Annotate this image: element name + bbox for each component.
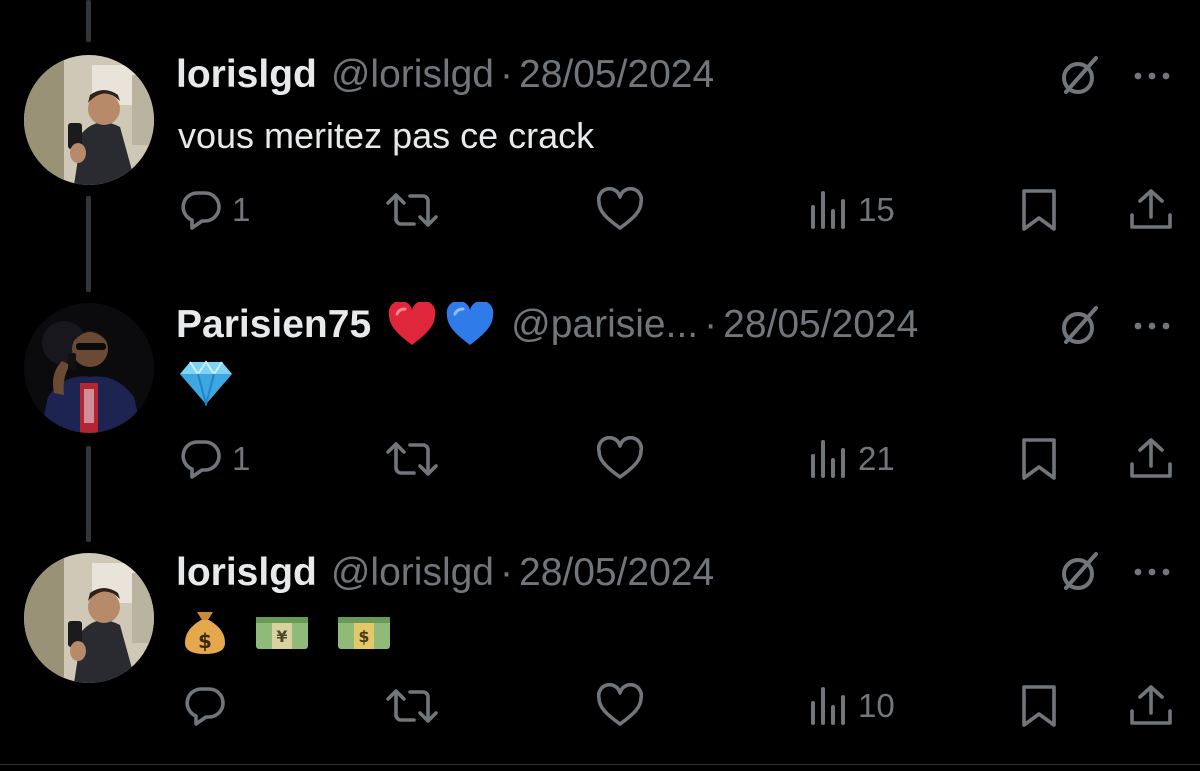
svg-text:$: $ xyxy=(358,627,369,646)
blue-heart-icon xyxy=(446,302,494,345)
views-button[interactable]: 10 xyxy=(808,681,895,731)
views-button[interactable]: 21 xyxy=(808,434,895,484)
views-icon xyxy=(811,191,845,229)
view-count: 15 xyxy=(858,191,895,228)
bookmark-icon xyxy=(1022,685,1056,727)
reply-icon xyxy=(185,687,225,726)
display-name[interactable]: lorislgd xyxy=(176,550,317,596)
retweet-button[interactable] xyxy=(386,185,438,235)
share-button[interactable] xyxy=(1128,681,1174,731)
tweet[interactable]: lorislgd @lorislgd · 28/05/2024 $ ¥ $ 10 xyxy=(0,500,1200,750)
grok-icon[interactable] xyxy=(1056,302,1104,350)
like-icon xyxy=(596,436,644,479)
more-icon[interactable] xyxy=(1130,316,1174,336)
timestamp[interactable]: 28/05/2024 xyxy=(723,302,918,348)
more-icon[interactable] xyxy=(1130,562,1174,582)
money-bag-icon: $ xyxy=(184,612,226,654)
avatar-image xyxy=(24,553,154,683)
tweet-header: lorislgd @lorislgd · 28/05/2024 xyxy=(176,52,714,98)
gem-stone-icon xyxy=(180,360,232,406)
reply-icon xyxy=(181,440,221,479)
dollar-banknote-icon: $ xyxy=(338,617,390,649)
bookmark-button[interactable] xyxy=(1018,434,1060,484)
timestamp[interactable]: 28/05/2024 xyxy=(519,52,714,98)
yen-banknote-icon: ¥ xyxy=(256,617,308,649)
tweet-header: Parisien75 @parisie... · 28/05/2024 xyxy=(176,302,918,348)
avatar-image xyxy=(24,55,154,185)
reply-count: 1 xyxy=(232,191,251,228)
handle[interactable]: @parisie... xyxy=(511,302,698,348)
view-count: 21 xyxy=(858,440,895,477)
name-emoji xyxy=(387,302,495,348)
like-button[interactable] xyxy=(596,681,644,731)
share-icon xyxy=(1130,685,1172,725)
avatar[interactable] xyxy=(24,55,154,185)
retweet-button[interactable] xyxy=(386,434,438,484)
tweet-text: vous meritez pas ce crack xyxy=(178,115,595,156)
separator-dot: · xyxy=(500,551,513,594)
like-button[interactable] xyxy=(596,185,644,235)
tweet[interactable]: Parisien75 @parisie... · 28/05/2024 1 21 xyxy=(0,250,1200,500)
share-button[interactable] xyxy=(1128,434,1174,484)
avatar[interactable] xyxy=(24,553,154,683)
avatar-image xyxy=(24,303,154,433)
red-heart-icon xyxy=(388,302,436,345)
tweet-text xyxy=(178,358,234,406)
divider xyxy=(0,764,1200,765)
like-icon xyxy=(596,683,644,726)
views-button[interactable]: 15 xyxy=(808,185,895,235)
separator-dot: · xyxy=(500,53,513,96)
action-bar: 1 21 xyxy=(0,434,1200,484)
view-count: 10 xyxy=(858,687,895,724)
retweet-icon xyxy=(386,193,438,227)
action-bar: 1 15 xyxy=(0,185,1200,235)
bookmark-button[interactable] xyxy=(1018,681,1060,731)
like-button[interactable] xyxy=(596,434,644,484)
svg-text:$: $ xyxy=(198,629,212,653)
reply-icon xyxy=(181,191,221,230)
views-icon xyxy=(811,687,845,725)
grok-icon[interactable] xyxy=(1056,548,1104,596)
display-name[interactable]: lorislgd xyxy=(176,52,317,98)
timestamp[interactable]: 28/05/2024 xyxy=(519,550,714,596)
tweet[interactable]: lorislgd @lorislgd · 28/05/2024 vous mer… xyxy=(0,0,1200,250)
display-name[interactable]: Parisien75 xyxy=(176,302,371,348)
reply-button[interactable]: 1 xyxy=(178,434,250,484)
avatar[interactable] xyxy=(24,303,154,433)
tweet-header: lorislgd @lorislgd · 28/05/2024 xyxy=(176,550,714,596)
tweet-text: $ ¥ $ xyxy=(182,608,392,656)
reply-count: 1 xyxy=(232,440,251,477)
share-button[interactable] xyxy=(1128,185,1174,235)
views-icon xyxy=(811,440,845,478)
share-icon xyxy=(1130,189,1172,229)
bookmark-icon xyxy=(1022,189,1056,231)
bookmark-icon xyxy=(1022,438,1056,480)
bookmark-button[interactable] xyxy=(1018,185,1060,235)
reply-button[interactable]: 1 xyxy=(178,185,250,235)
grok-icon[interactable] xyxy=(1056,52,1104,100)
share-icon xyxy=(1130,438,1172,478)
handle[interactable]: @lorislgd xyxy=(331,550,494,596)
more-icon[interactable] xyxy=(1130,66,1174,86)
separator-dot: · xyxy=(704,303,718,346)
like-icon xyxy=(596,187,644,230)
action-bar: 10 xyxy=(0,681,1200,731)
retweet-icon xyxy=(386,689,438,723)
handle[interactable]: @lorislgd xyxy=(331,52,494,98)
retweet-button[interactable] xyxy=(386,681,438,731)
reply-button[interactable] xyxy=(182,681,236,731)
retweet-icon xyxy=(386,442,438,476)
svg-text:¥: ¥ xyxy=(276,627,287,646)
